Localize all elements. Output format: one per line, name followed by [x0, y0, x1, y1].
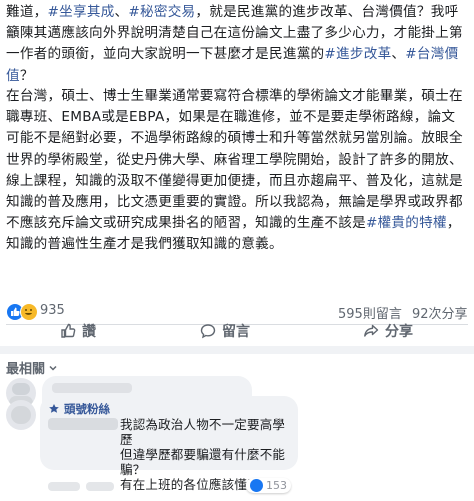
comment-sort-dropdown[interactable]: 最相關: [6, 358, 58, 377]
badge-label: 頭號粉絲: [64, 402, 110, 416]
chevron-down-icon: [49, 365, 57, 371]
post-paragraph-1: 難道，#坐享其成、#秘密交易，就是民進黨的進步改革、台灣價值？我呼籲陳其邁應該向…: [6, 4, 463, 84]
commenter-avatar[interactable]: [6, 400, 36, 430]
comment-icon: [200, 324, 216, 339]
badge-icon: [49, 404, 59, 413]
comment-button[interactable]: 留言: [200, 320, 250, 342]
share-button[interactable]: 分享: [363, 320, 413, 342]
section-separator: [0, 346, 474, 354]
blurred-meta: [48, 482, 80, 491]
comment-label: 留言: [222, 324, 250, 340]
post-text-suffix: ？: [19, 67, 34, 84]
comment-reaction-pill[interactable]: 153: [246, 478, 291, 493]
blurred-name: [52, 383, 132, 393]
avatar-blur: [11, 406, 31, 424]
like-label: 讚: [82, 324, 96, 340]
share-label: 分享: [385, 324, 413, 340]
comment-meta: [48, 482, 114, 491]
sort-label: 最相關: [6, 362, 46, 377]
thumbs-up-icon: [61, 323, 76, 338]
post-text-prefix: 難道，: [6, 4, 48, 20]
like-button[interactable]: 讚: [60, 320, 96, 342]
top-fan-badge: 頭號粉絲: [48, 401, 110, 417]
hashtag-link[interactable]: #坐享其成: [48, 4, 115, 20]
blurred-commenter-name: [48, 418, 118, 430]
like-reaction-icon: [250, 479, 263, 492]
avatar-blur: [12, 383, 30, 395]
post-paragraph-2: 在台灣，碩士、博士生畢業通常要寫符合標準的學術論文才能畢業，碩士在職專班、EMB…: [6, 86, 468, 256]
hashtag-link[interactable]: #秘密交易: [128, 4, 195, 20]
post-text-body: 在台灣，碩士、博士生畢業通常要寫符合標準的學術論文才能畢業，碩士在職專班、EMB…: [6, 88, 463, 232]
hashtag-link[interactable]: #進步改革: [324, 46, 391, 62]
share-icon: [364, 324, 379, 337]
blurred-meta: [86, 482, 114, 491]
hashtag-link[interactable]: #權貴的特權: [366, 215, 447, 231]
comment-reaction-count: 153: [266, 479, 287, 492]
post-action-bar: 讚 留言 分享: [0, 314, 474, 346]
